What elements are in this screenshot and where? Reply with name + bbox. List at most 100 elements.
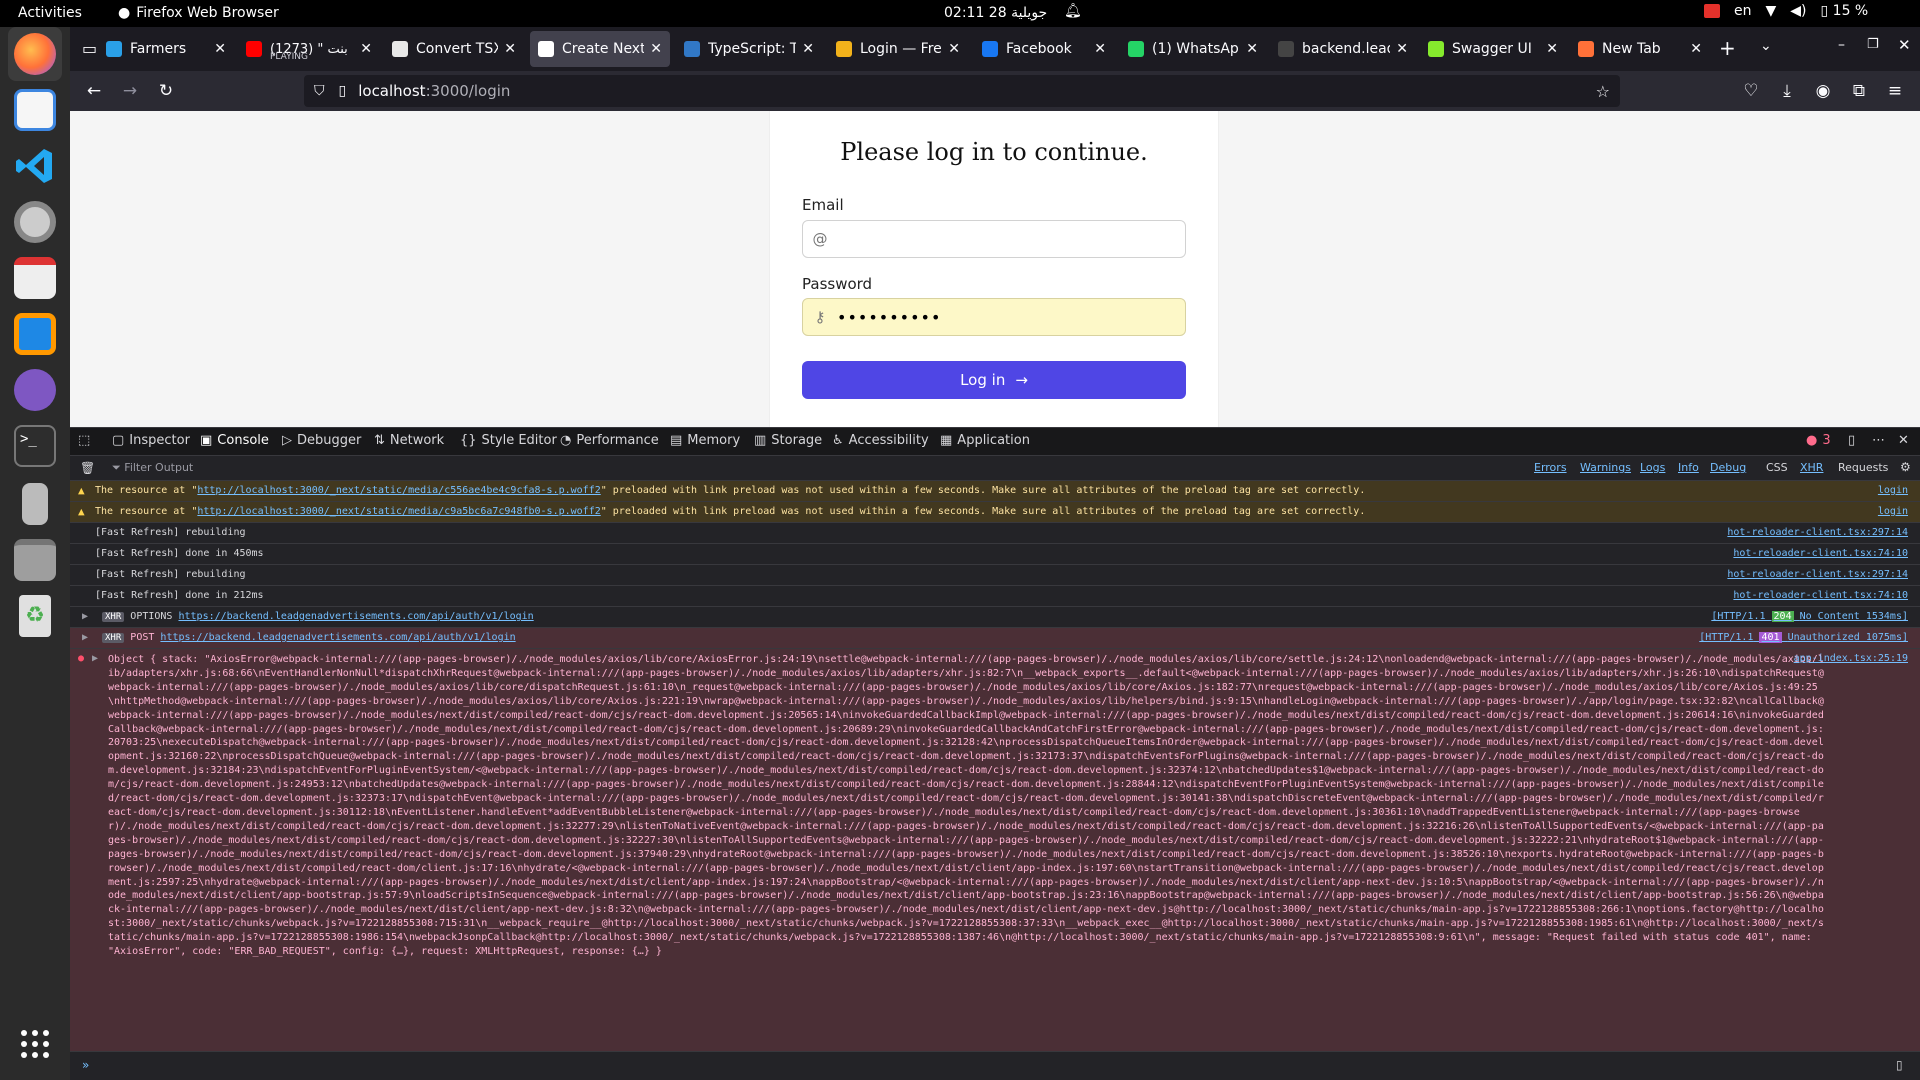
app-menu[interactable]: ● Firefox Web Browser <box>118 5 279 21</box>
source-link[interactable]: hot-reloader-client.tsx:297:14 <box>1727 527 1908 538</box>
dock-vscode[interactable] <box>8 139 62 193</box>
list-tabs-button[interactable]: ⌄ <box>1760 38 1772 54</box>
dock-screenshot[interactable] <box>8 251 62 305</box>
error-stack-trace[interactable]: Object { stack: "AxiosError@webpack-inte… <box>108 653 1828 959</box>
dock-side-icon[interactable]: ▯ <box>1848 433 1855 448</box>
shield-icon[interactable]: ⛉ <box>314 83 325 99</box>
warning-link[interactable]: http://localhost:3000/_next/static/media… <box>197 485 600 496</box>
source-link[interactable]: hot-reloader-client.tsx:74:10 <box>1733 590 1908 601</box>
close-tab-icon[interactable]: ✕ <box>360 41 372 57</box>
forward-button[interactable]: → <box>118 79 142 103</box>
close-tab-icon[interactable]: ✕ <box>802 41 814 57</box>
browser-tab[interactable]: Create Next ✕ <box>530 31 670 67</box>
show-apps-button[interactable] <box>8 1017 62 1071</box>
tab-accessibility[interactable]: ♿ Accessibility <box>832 433 929 448</box>
clock[interactable]: 02:11 28 جويلية <box>944 5 1047 21</box>
xhr-post-row[interactable]: ▶ XHR POST https://backend.leadgenadvert… <box>70 628 1920 649</box>
dock-files[interactable] <box>8 533 62 587</box>
tab-application[interactable]: ▦ Application <box>940 433 1030 448</box>
browser-tab[interactable]: New Tab ✕ <box>1570 31 1710 67</box>
dock-emacs[interactable] <box>8 363 62 417</box>
browser-tab[interactable]: Swagger UI ✕ <box>1420 31 1566 67</box>
pick-element-icon[interactable]: ⬚ <box>78 433 90 448</box>
devtools-close-icon[interactable]: ✕ <box>1898 433 1909 448</box>
close-tab-icon[interactable]: ✕ <box>1396 41 1408 57</box>
console-input[interactable]: » ▯ <box>70 1051 1920 1080</box>
browser-tab[interactable]: Farmers ✕ <box>98 31 234 67</box>
new-tab-button[interactable]: + <box>1719 36 1736 60</box>
source-link[interactable]: login <box>1878 506 1908 517</box>
filter-logs[interactable]: Logs <box>1640 461 1665 474</box>
expand-arrow-icon[interactable]: ▶ <box>92 653 98 664</box>
filter-requests[interactable]: Requests <box>1838 461 1888 474</box>
notification-bell-icon[interactable]: 🔔︎ <box>1064 3 1082 19</box>
trash-clear-icon[interactable]: 🗑︎ <box>80 461 95 475</box>
bookmark-star-icon[interactable]: ☆ <box>1596 82 1610 101</box>
close-tab-icon[interactable]: ✕ <box>1246 41 1258 57</box>
close-tab-icon[interactable]: ✕ <box>1690 41 1702 57</box>
back-button[interactable]: ← <box>82 79 106 103</box>
url-bar[interactable]: ⛉ ▯ localhost:3000/login ☆ <box>304 75 1620 107</box>
dock-trash[interactable]: ♻ <box>8 589 62 643</box>
tab-memory[interactable]: ▤ Memory <box>670 433 740 448</box>
close-window-button[interactable]: ✕ <box>1898 36 1911 54</box>
tab-debugger[interactable]: ▷ Debugger <box>282 433 361 448</box>
filter-warnings[interactable]: Warnings <box>1580 461 1631 474</box>
minimize-button[interactable]: – <box>1838 37 1845 53</box>
source-link[interactable]: hot-reloader-client.tsx:297:14 <box>1727 569 1908 580</box>
account-icon[interactable]: ◉ <box>1811 79 1835 103</box>
close-tab-icon[interactable]: ✕ <box>1546 41 1558 57</box>
editor-mode-icon[interactable]: ▯ <box>1896 1058 1903 1072</box>
close-tab-icon[interactable]: ✕ <box>650 41 662 57</box>
request-url[interactable]: https://backend.leadgenadvertisements.co… <box>178 611 533 622</box>
tab-console[interactable]: ▣ Console <box>200 433 269 448</box>
dock-firefox[interactable] <box>8 27 62 81</box>
language-indicator[interactable]: en <box>1734 3 1752 19</box>
filter-info[interactable]: Info <box>1678 461 1699 474</box>
dock-terminal[interactable]: >_ <box>8 419 62 473</box>
page-info-icon[interactable]: ▯ <box>339 83 347 99</box>
email-field[interactable]: @ <box>802 220 1186 258</box>
view-tabs-icon[interactable]: ▭ <box>82 39 97 58</box>
browser-tab[interactable]: (1) WhatsApp ✕ <box>1120 31 1266 67</box>
request-url[interactable]: https://backend.leadgenadvertisements.co… <box>160 632 515 643</box>
browser-tab[interactable]: TypeScript: T ✕ <box>676 31 822 67</box>
downloads-icon[interactable]: ⤓ <box>1775 79 1799 103</box>
tab-storage[interactable]: ▥ Storage <box>754 433 822 448</box>
menu-icon[interactable]: ≡ <box>1883 79 1907 103</box>
system-tray[interactable]: en ▼ ◀) ▯ 15 % <box>1704 3 1868 19</box>
source-link[interactable]: hot-reloader-client.tsx:74:10 <box>1733 548 1908 559</box>
http-status[interactable]: [HTTP/1.1 204 No Content 1534ms] <box>1711 611 1908 622</box>
expand-arrow-icon[interactable]: ▶ <box>82 632 88 643</box>
browser-tab[interactable]: backend.leadge ✕ <box>1270 31 1416 67</box>
close-tab-icon[interactable]: ✕ <box>948 41 960 57</box>
expand-arrow-icon[interactable]: ▶ <box>82 611 88 622</box>
browser-tab[interactable]: Convert TSX ✕ <box>384 31 524 67</box>
activities-button[interactable]: Activities <box>18 5 82 21</box>
dock-text-editor[interactable] <box>8 83 62 137</box>
source-link[interactable]: login <box>1878 485 1908 496</box>
login-button[interactable]: Log in → <box>802 361 1186 399</box>
filter-xhr[interactable]: XHR <box>1800 461 1823 474</box>
http-status[interactable]: [HTTP/1.1 401 Unauthorized 1075ms] <box>1699 632 1908 643</box>
filter-output-input[interactable]: ⏷ Filter Output <box>112 461 193 475</box>
console-settings-icon[interactable]: ⚙ <box>1900 460 1911 474</box>
filter-errors[interactable]: Errors <box>1534 461 1567 474</box>
tab-inspector[interactable]: ▢ Inspector <box>112 433 190 448</box>
dock-settings[interactable] <box>8 195 62 249</box>
pocket-icon[interactable]: ♡ <box>1739 79 1763 103</box>
close-tab-icon[interactable]: ✕ <box>1094 41 1106 57</box>
dock-virtualbox[interactable] <box>8 307 62 361</box>
dock-usb[interactable] <box>8 477 62 531</box>
devtools-more-icon[interactable]: ⋯ <box>1872 433 1885 448</box>
tab-network[interactable]: ⇅ Network <box>374 433 444 448</box>
close-tab-icon[interactable]: ✕ <box>214 41 226 57</box>
close-tab-icon[interactable]: ✕ <box>504 41 516 57</box>
browser-tab[interactable]: Facebook ✕ <box>974 31 1114 67</box>
maximize-button[interactable]: ❐ <box>1867 37 1879 52</box>
source-link[interactable]: app-index.tsx:25:19 <box>1794 653 1908 664</box>
tab-performance[interactable]: ◔ Performance <box>560 433 659 448</box>
warning-link[interactable]: http://localhost:3000/_next/static/media… <box>197 506 600 517</box>
reload-button[interactable]: ↻ <box>154 79 178 103</box>
browser-tab[interactable]: Login — Free ✕ <box>828 31 968 67</box>
